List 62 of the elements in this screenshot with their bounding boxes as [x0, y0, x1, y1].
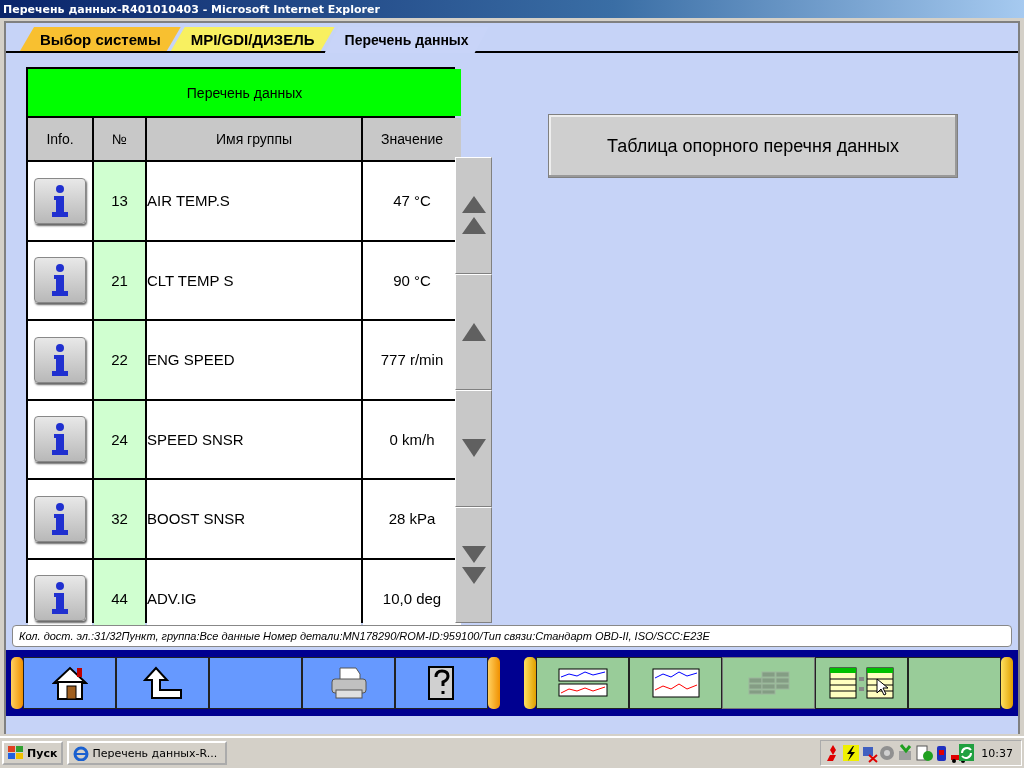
toolbar-button[interactable] — [395, 657, 488, 709]
info-icon — [50, 263, 70, 298]
reference-table-button[interactable]: Таблица опорного перечня данных — [548, 114, 958, 178]
toolbar-button[interactable] — [23, 657, 116, 709]
table-cell: SPEED SNSR — [147, 400, 361, 478]
table-cell: AIR TEMP.S — [147, 162, 361, 240]
column-header: Значение — [363, 118, 461, 160]
column-header: № — [94, 118, 145, 160]
toolbar-button[interactable] — [815, 657, 908, 709]
windows-logo-icon — [8, 746, 24, 760]
status-bar: Кол. дост. эл.:31/32Пункт, группа:Все данные Номер детали:MN178290/ROM-ID:959100/Тип связи:Стандарт OBD-II, ISO/SCC:E23E — [12, 625, 1012, 647]
info-button[interactable] — [34, 177, 86, 224]
scroll-down-button[interactable] — [455, 390, 492, 507]
info-button[interactable] — [34, 495, 86, 542]
browser-icon — [73, 745, 90, 761]
info-button[interactable] — [34, 416, 86, 463]
info-button[interactable] — [34, 575, 86, 622]
column-header: Имя группы — [147, 118, 361, 160]
help-book-icon — [426, 665, 457, 701]
info-button[interactable] — [34, 336, 86, 383]
clock: 10:37 — [981, 746, 1013, 760]
window-title: Перечень данных-R401010403 - Microsoft Internet Explorer — [3, 2, 380, 16]
table-cell: 21 — [94, 241, 145, 319]
table-cell: 24 — [94, 400, 145, 478]
list-compare-icon — [828, 667, 895, 699]
toolbar-button[interactable] — [302, 657, 395, 709]
toolbar-end-cap — [488, 657, 500, 709]
table-cell: 32 — [94, 480, 145, 558]
house-icon — [51, 665, 88, 701]
table-cell: 13 — [94, 162, 145, 240]
info-button[interactable] — [34, 257, 86, 304]
table-cell: 22 — [94, 321, 145, 399]
start-button[interactable]: Пуск — [2, 741, 64, 765]
column-header: Info. — [28, 118, 92, 160]
table-cell: BOOST SNSR — [147, 480, 361, 558]
toolbar-button[interactable] — [116, 657, 209, 709]
printer-icon — [329, 666, 368, 700]
info-icon — [50, 422, 70, 457]
line-graph-icon — [651, 668, 700, 698]
tab[interactable]: Выбор системы — [20, 27, 181, 51]
toolbar-end-cap — [1001, 657, 1013, 709]
info-icon — [50, 342, 70, 377]
toolbar-button[interactable] — [629, 657, 722, 709]
toolbar-button[interactable] — [209, 657, 302, 709]
taskbar-button[interactable]: Перечень данных-R... — [67, 741, 228, 765]
info-icon — [50, 501, 70, 536]
scroll-up-button[interactable] — [455, 157, 492, 274]
scroll-up-button[interactable] — [455, 273, 492, 390]
tab[interactable]: MPI/GDI/ДИЗЕЛЬ — [170, 27, 335, 51]
table-icon — [747, 671, 790, 695]
table-cell: CLT TEMP S — [147, 241, 361, 319]
scroll-down-button[interactable] — [455, 506, 492, 623]
toolbar-button[interactable] — [908, 657, 1001, 709]
table-title: Перечень данных — [28, 69, 461, 116]
info-icon — [50, 581, 70, 616]
return-arrow-icon — [142, 666, 183, 700]
toolbar-end-cap — [11, 657, 23, 709]
toolbar-button[interactable] — [536, 657, 629, 709]
dual-graph-icon — [557, 668, 608, 698]
toolbar-end-cap — [524, 657, 536, 709]
table-cell: ENG SPEED — [147, 321, 361, 399]
info-icon — [50, 183, 70, 218]
